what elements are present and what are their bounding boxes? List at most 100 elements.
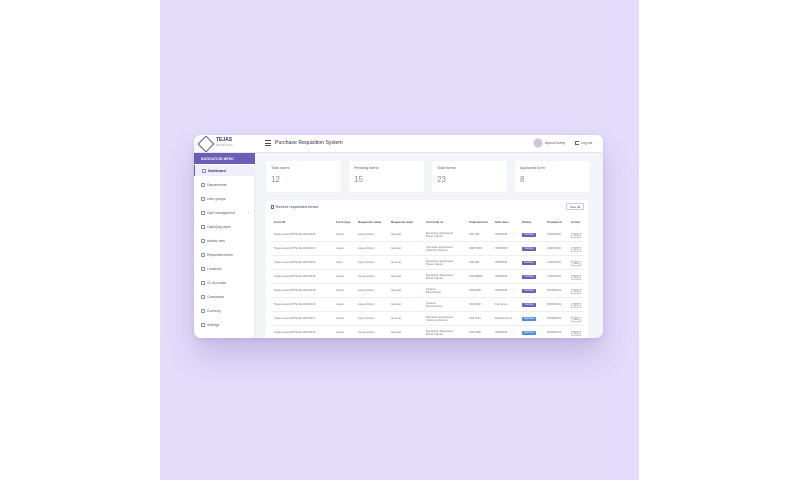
table-cell: Apexa Dolmy <box>358 260 375 264</box>
brand-subtitle: NETWORKS <box>216 144 233 147</box>
table-cell: Reporting department Boxer Cajoint <box>426 230 454 238</box>
table-cell: Finance Bind Harold <box>426 286 441 294</box>
stat-label: Pending forms <box>354 166 379 170</box>
chevron-left-icon[interactable]: ‹ <box>248 211 249 215</box>
sidebar-item-locations[interactable]: Locations <box>194 263 255 274</box>
stat-label: Total forms <box>437 166 456 170</box>
stat-value: 8 <box>520 175 525 184</box>
table-cell: IN456345 <box>495 260 508 264</box>
table-cell: Purchase department Victoria Johnston <box>426 244 453 252</box>
table-cell: 05/08/2019 <box>547 316 561 320</box>
sidebar-item-assets-view[interactable]: Assets view <box>194 235 255 246</box>
status-badge: Pending <box>522 275 536 279</box>
status-badge: Approved <box>522 331 536 335</box>
table-cell: Apexa Dolmy <box>358 246 375 250</box>
column-header: Form type <box>336 220 351 224</box>
view-all-button[interactable]: View all <box>566 203 584 210</box>
table-cell: 05/08/2019 <box>547 302 561 306</box>
table-cell: IN456345 <box>495 288 508 292</box>
sidebar-item-settings[interactable]: Settings <box>194 319 255 330</box>
table-cell: Tejas-network/PTE/19-20/116018 <box>274 288 316 292</box>
table-row[interactable]: Tejas-network/PTE/19-20/116020 Opex Apexa … <box>271 256 583 270</box>
table-row[interactable]: Tejas-network/PTE/19-20/116022 Capex Apexa… <box>271 228 583 242</box>
table-cell: IN456345 <box>495 246 508 250</box>
table-cell: 11/08/2019 <box>547 260 561 264</box>
sidebar-item-label: Companies <box>207 295 225 299</box>
sidebar-item-label: GL Accounts <box>207 281 227 285</box>
status-badge: Pending <box>522 233 536 237</box>
table-cell: General <box>391 274 401 278</box>
table-row[interactable]: Tejas-network/PTE/19-20/116017 Capex Apexa… <box>271 312 583 326</box>
view-button[interactable]: View <box>571 330 581 336</box>
table-row[interactable]: Tejas-network/PTE/19-20/116021 Capex Apexa… <box>271 242 583 256</box>
sidebar-item-requested-forms[interactable]: Requested forms <box>194 249 255 260</box>
view-button[interactable]: View <box>571 232 581 238</box>
column-header: Status <box>522 220 532 224</box>
table-row[interactable]: Tejas-network/PTE/19-20/116015 Capex Apexa… <box>271 326 583 338</box>
logout-icon[interactable] <box>575 140 579 145</box>
table-row[interactable]: Tejas-network/PTE/19-20/116018 Capex Apexa… <box>271 284 583 298</box>
sidebar-item-dashboard[interactable]: Dashboard <box>194 165 255 176</box>
table-cell: Capex <box>336 288 345 292</box>
table-cell: Capex <box>336 330 345 334</box>
table-cell: Apexa Dolmy <box>358 288 375 292</box>
sidebar-item-companies[interactable]: Companies <box>194 291 255 302</box>
table-cell: General <box>391 288 401 292</box>
stat-value: 12 <box>271 175 280 184</box>
sidebar-item-departments[interactable]: Departments <box>194 179 255 190</box>
table-cell: INR 86894 <box>469 274 483 278</box>
table-cell: Apexa Dolmy <box>358 274 375 278</box>
table-cell: Tejas-network/PTE/19-20/116022 <box>274 232 316 236</box>
table-cell: 05/08/2019 <box>547 330 561 334</box>
table-cell: General <box>391 246 401 250</box>
sidebar-item-label: Departments <box>207 183 227 187</box>
table-cell: Multiple Items <box>495 316 513 320</box>
table-cell: Opex <box>336 260 343 264</box>
app-window: TEJAS NETWORKS Purchase Requisition Syst… <box>194 135 603 338</box>
sidebar-item-label: User management <box>207 211 235 215</box>
brand-name: TEJAS <box>216 137 233 143</box>
view-button[interactable]: View <box>571 316 581 322</box>
stat-value: 23 <box>437 175 446 184</box>
table-cell: Tejas-network/PTE/19-20/116015 <box>274 330 316 334</box>
gear-icon <box>201 323 205 327</box>
sidebar-item-label: Assets view <box>207 239 225 243</box>
logout-button[interactable]: Log out <box>581 141 592 145</box>
view-button[interactable]: View <box>571 288 581 294</box>
table-cell: Tejas-network/PTE/19-20/116019 <box>274 274 316 278</box>
top-bar: TEJAS NETWORKS Purchase Requisition Syst… <box>194 135 603 153</box>
table-row[interactable]: Tejas-network/PTE/19-20/116016 Capex Apexa… <box>271 298 583 312</box>
panel-title: Recent requested forms <box>271 204 318 209</box>
sidebar-item-user-management[interactable]: User management ‹ <box>194 207 255 218</box>
table-cell: Tejas-network/PTE/19-20/116016 <box>274 302 316 306</box>
sidebar-title: NAVIGATION MENU <box>194 153 255 164</box>
view-button[interactable]: View <box>571 246 581 252</box>
view-button[interactable]: View <box>571 260 581 266</box>
table-cell: Reporting department Boxer Cajoint <box>426 272 454 280</box>
company-icon <box>201 295 205 299</box>
table-cell: Reporting department Boxer Cajoint <box>426 258 454 266</box>
table-cell: Apexa Dolmy <box>358 232 375 236</box>
backdrop: TEJAS NETWORKS Purchase Requisition Syst… <box>160 0 639 480</box>
avatar[interactable] <box>533 138 543 148</box>
user-name[interactable]: Apexa Dolmy <box>545 141 565 145</box>
view-button[interactable]: View <box>571 274 581 280</box>
sidebar-item-currency[interactable]: Currency <box>194 305 255 316</box>
table-cell: INR 1090 <box>469 302 481 306</box>
table-cell: Reporting department Boxer Cajoint <box>426 328 454 336</box>
table-cell: 11/08/2019 <box>547 274 561 278</box>
user-icon <box>201 211 205 215</box>
stat-label: Total users <box>271 166 290 170</box>
stat-card: Pending forms 15 <box>349 161 424 192</box>
sidebar-item-label: Currency <box>207 309 221 313</box>
sidebar-item-user-groups[interactable]: User groups <box>194 193 255 204</box>
status-badge: Approved <box>522 317 536 321</box>
sidebar-item-catch-ing-users[interactable]: Catch(ing users <box>194 221 255 232</box>
table-row[interactable]: Tejas-network/PTE/19-20/116019 Capex Apexa… <box>271 270 583 284</box>
table-cell: GBP 9800 <box>469 246 482 250</box>
menu-toggle-icon[interactable] <box>265 140 271 146</box>
view-button[interactable]: View <box>571 302 581 308</box>
sidebar-item-gl-accounts[interactable]: GL Accounts <box>194 277 255 288</box>
brand-logo-icon <box>197 135 215 153</box>
stat-value: 15 <box>354 175 363 184</box>
